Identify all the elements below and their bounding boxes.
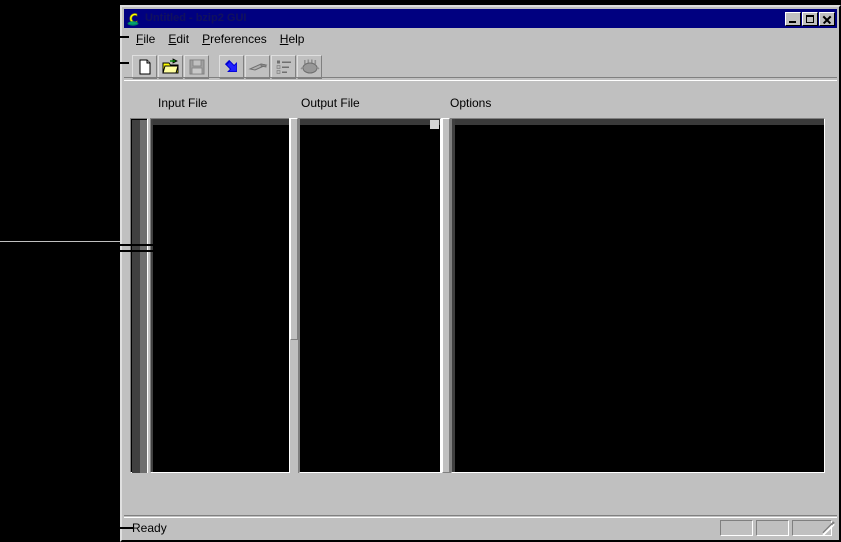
new-document-icon xyxy=(139,59,150,75)
save-file-button[interactable] xyxy=(184,55,209,79)
output-panel-thumb-marker[interactable] xyxy=(430,120,439,129)
desktop-artifact-strip xyxy=(0,241,121,242)
left-gutter-mid xyxy=(140,120,147,473)
menu-preferences-rest: references xyxy=(210,32,267,46)
input-panel-left-edge xyxy=(151,119,153,472)
output-options-scrollbar[interactable] xyxy=(441,118,451,473)
input-file-label: Input File xyxy=(158,96,208,110)
menu-preferences-accel: P xyxy=(202,32,211,46)
application-window: Untitled - bzip2 GUI File Edit Preferenc… xyxy=(120,5,841,542)
input-output-scrollbar-thumb[interactable] xyxy=(290,118,298,340)
screen: Untitled - bzip2 GUI File Edit Preferenc… xyxy=(0,0,841,542)
minimize-button[interactable] xyxy=(785,11,801,26)
menu-item-help[interactable]: Help xyxy=(274,31,312,47)
close-button[interactable] xyxy=(819,11,835,26)
output-options-scrollbar-thumb[interactable] xyxy=(442,118,450,473)
output-panel-top-shade xyxy=(300,119,440,125)
options-list-icon xyxy=(276,60,291,74)
menu-edit-rest: dit xyxy=(176,32,190,46)
compress-button[interactable] xyxy=(219,55,244,79)
new-file-button[interactable] xyxy=(132,55,157,79)
left-gutter-panel xyxy=(130,118,148,473)
save-disk-icon xyxy=(189,59,204,75)
options-panel[interactable] xyxy=(451,118,825,473)
input-output-scrollbar[interactable] xyxy=(289,118,299,473)
blue-arrow-icon xyxy=(224,59,237,72)
options-panel-left-edge xyxy=(452,119,455,472)
menu-help-rest: elp xyxy=(288,32,305,46)
toolbar xyxy=(124,51,837,83)
resize-grip[interactable] xyxy=(820,521,835,536)
status-message: Ready xyxy=(132,521,167,535)
stop-button[interactable] xyxy=(297,55,322,79)
client-area: Input File Output File Options xyxy=(124,84,837,512)
open-file-button[interactable] xyxy=(158,55,183,79)
desktop-artifact-line-e xyxy=(119,62,129,64)
input-file-panel[interactable] xyxy=(150,118,296,473)
status-bar: Ready xyxy=(124,514,837,538)
window-controls xyxy=(785,11,835,26)
crab-icon xyxy=(300,59,319,74)
options-panel-top-shade xyxy=(452,119,824,125)
input-panel-top-shade xyxy=(151,119,295,125)
menu-item-preferences[interactable]: Preferences xyxy=(196,31,274,47)
menu-item-file[interactable]: File xyxy=(130,31,162,47)
desktop-artifact-line-a xyxy=(112,244,162,246)
title-bar[interactable]: Untitled - bzip2 GUI xyxy=(124,9,837,28)
options-list-button[interactable] xyxy=(271,55,296,79)
desktop-artifact-line-d xyxy=(119,36,129,38)
menu-file-rest: ile xyxy=(143,32,156,46)
output-file-panel[interactable] xyxy=(299,118,441,473)
left-gutter-dark xyxy=(132,120,140,473)
app-logo-c-icon xyxy=(126,10,142,27)
window-title: Untitled - bzip2 GUI xyxy=(145,12,247,24)
toolbar-separator xyxy=(210,55,219,79)
open-folder-icon xyxy=(161,58,179,74)
eraser-icon xyxy=(247,63,268,71)
decompress-button[interactable] xyxy=(245,55,270,79)
output-file-label: Output File xyxy=(301,96,360,110)
maximize-button[interactable] xyxy=(802,11,818,26)
desktop-artifact-line-c xyxy=(119,527,133,529)
options-label: Options xyxy=(450,96,492,110)
menu-item-edit[interactable]: Edit xyxy=(162,31,196,47)
status-pane-1 xyxy=(720,520,753,536)
desktop-artifact-line-b xyxy=(112,250,160,252)
status-pane-2 xyxy=(756,520,789,536)
menu-bar: File Edit Preferences Help xyxy=(124,30,837,48)
